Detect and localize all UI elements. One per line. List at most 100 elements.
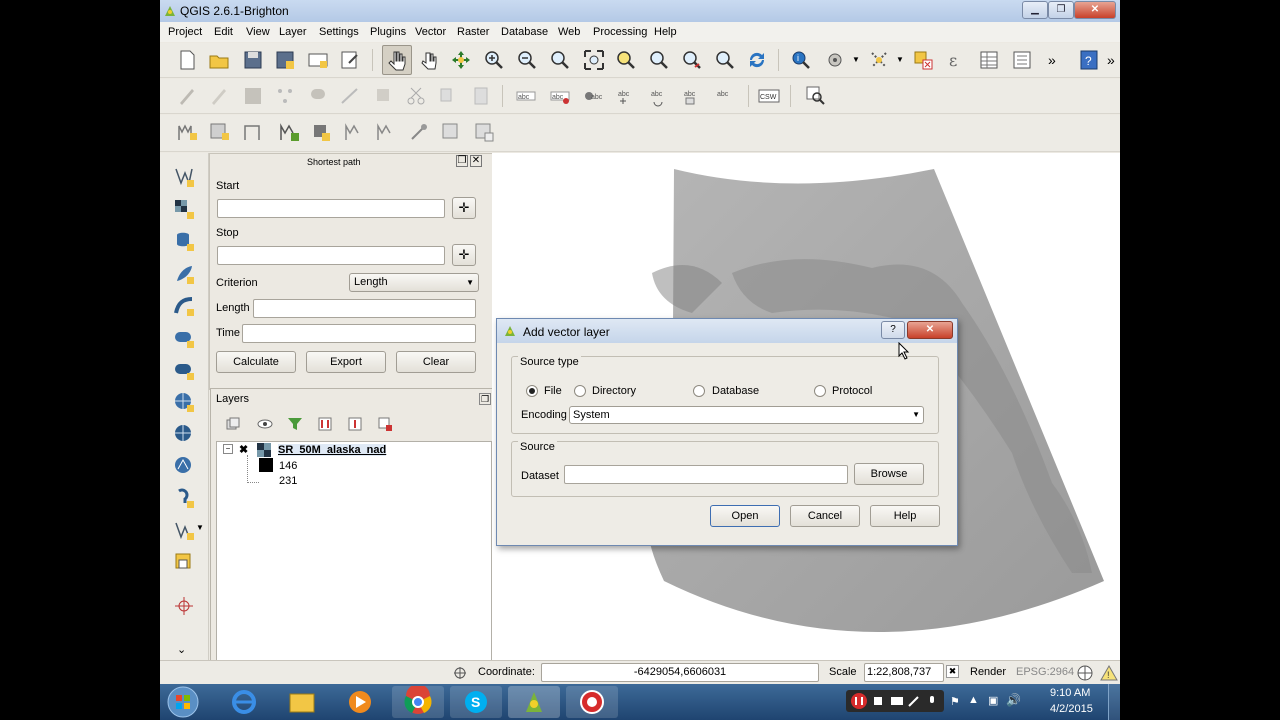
time-field[interactable] (242, 324, 476, 343)
new-print-composer-icon[interactable] (307, 49, 329, 71)
log-messages-icon[interactable]: ! (1100, 664, 1118, 682)
export-button[interactable]: Export (306, 351, 386, 373)
statistical-summary-icon[interactable] (1011, 49, 1033, 71)
pan-map-icon[interactable] (418, 49, 440, 71)
show-desktop-button[interactable] (1108, 684, 1120, 720)
start-field[interactable] (217, 199, 445, 218)
chrome-taskbar-icon[interactable] (392, 684, 444, 718)
recorder-taskbar-icon[interactable] (566, 686, 618, 718)
dialog-close-button[interactable]: ✕ (907, 321, 953, 339)
cut-features-icon[interactable] (405, 85, 427, 107)
coordinate-toggle-icon[interactable] (453, 666, 467, 680)
add-mssql-icon[interactable] (173, 295, 195, 317)
render-checkbox[interactable]: ✖ (946, 665, 959, 678)
pin-labels-icon[interactable]: abc (549, 85, 571, 107)
refresh-icon[interactable] (746, 49, 768, 71)
toolbar-overflow-icon[interactable]: » (1048, 52, 1056, 68)
add-db2-icon[interactable] (173, 359, 195, 381)
manage-visibility-icon[interactable] (257, 416, 275, 432)
radio-file[interactable] (526, 385, 538, 397)
stop-pick-button[interactable]: ✛ (452, 244, 476, 266)
mic-icon[interactable] (926, 695, 938, 707)
skype-taskbar-icon[interactable]: S (450, 686, 502, 718)
explorer-taskbar-icon[interactable] (276, 686, 328, 718)
add-postgis-layer-icon[interactable] (242, 121, 264, 143)
add-wms-layer-icon[interactable] (375, 121, 397, 143)
menu-database[interactable]: Database (501, 26, 548, 38)
calculate-button[interactable]: Calculate (216, 351, 296, 373)
csw-icon[interactable]: CSW (758, 85, 780, 107)
whats-this-help-icon[interactable]: ? (1078, 49, 1100, 71)
radio-protocol-label[interactable]: Protocol (832, 385, 872, 397)
gps-tool-icon[interactable] (173, 595, 195, 617)
network-tray-icon[interactable]: ▣ (988, 694, 998, 707)
label-properties-icon[interactable]: abc (714, 85, 736, 107)
attribute-table-icon[interactable] (978, 49, 1000, 71)
open-button[interactable]: Open (710, 505, 780, 527)
add-raster-layer-icon[interactable] (208, 121, 230, 143)
identify-features-icon[interactable]: i (790, 49, 812, 71)
add-spatialite-icon[interactable] (173, 263, 195, 285)
save-as-icon[interactable] (274, 49, 296, 71)
node-tool-icon[interactable] (339, 85, 361, 107)
pen-icon[interactable] (908, 695, 920, 707)
radio-directory[interactable] (574, 385, 586, 397)
add-delimited-text-icon[interactable] (173, 166, 195, 188)
add-oracle-icon[interactable] (173, 327, 195, 349)
new-layer-dropdown-icon[interactable]: ▼ (196, 523, 204, 532)
pause-recording-icon[interactable] (850, 692, 868, 710)
zoom-native-icon[interactable] (549, 49, 571, 71)
start-pick-button[interactable]: ✛ (452, 197, 476, 219)
show-hidden-icons[interactable]: ▲ (968, 694, 979, 706)
close-window-button[interactable]: ✕ (1074, 1, 1116, 19)
volume-tray-icon[interactable]: 🔊 (1006, 693, 1021, 707)
add-wcs-icon[interactable] (173, 423, 195, 445)
save-edits-icon[interactable] (242, 85, 264, 107)
actions-icon[interactable] (824, 49, 846, 71)
menu-web[interactable]: Web (558, 26, 580, 38)
left-toolbar-overflow-icon[interactable]: ⌄ (177, 643, 186, 656)
expand-all-icon[interactable] (317, 416, 333, 432)
stop-field[interactable] (217, 246, 445, 265)
open-project-icon[interactable] (208, 49, 230, 71)
current-edits-icon[interactable] (176, 85, 198, 107)
metasearch-icon[interactable] (805, 85, 827, 107)
float-panel-icon[interactable]: ❐ (456, 155, 468, 167)
add-mssql-layer-icon[interactable] (310, 121, 332, 143)
move-label-icon[interactable]: abc (615, 85, 637, 107)
actions-dropdown-icon[interactable]: ▼ (852, 55, 860, 64)
toggle-editing-icon[interactable] (208, 85, 230, 107)
paste-features-icon[interactable] (470, 85, 492, 107)
zoom-to-selection-icon[interactable] (615, 49, 637, 71)
select-features-icon[interactable] (868, 49, 890, 71)
add-wms-icon[interactable] (173, 391, 195, 413)
delete-selected-icon[interactable] (373, 85, 395, 107)
add-postgis-icon[interactable] (173, 230, 195, 252)
browse-button[interactable]: Browse (854, 463, 924, 485)
menu-raster[interactable]: Raster (457, 26, 489, 38)
scale-field[interactable]: 1:22,808,737 (864, 663, 944, 682)
encoding-select[interactable]: System ▼ (569, 406, 924, 424)
new-shapefile-icon[interactable] (473, 121, 495, 143)
menu-project[interactable]: Project (168, 26, 202, 38)
media-player-taskbar-icon[interactable] (334, 686, 386, 718)
new-vector-layer-icon[interactable] (173, 519, 195, 541)
coordinate-field[interactable]: -6429054,6606031 (541, 663, 819, 682)
menu-vector[interactable]: Vector (415, 26, 446, 38)
radio-file-label[interactable]: File (544, 385, 562, 397)
internet-explorer-taskbar-icon[interactable] (218, 686, 270, 718)
add-wcs-layer-icon[interactable] (408, 121, 430, 143)
length-field[interactable] (253, 299, 476, 318)
zoom-next-icon[interactable] (714, 49, 736, 71)
add-spatialite-layer-icon[interactable] (278, 121, 300, 143)
add-vector-layer-icon[interactable] (176, 121, 198, 143)
crs-status-icon[interactable] (1076, 664, 1094, 682)
show-hide-labels-icon[interactable]: abc (582, 85, 604, 107)
add-feature-icon[interactable] (274, 85, 296, 107)
menu-help[interactable]: Help (654, 26, 677, 38)
maximize-button[interactable]: ❐ (1048, 1, 1074, 19)
new-project-icon[interactable] (176, 49, 198, 71)
add-virtual-layer-icon[interactable] (173, 487, 195, 509)
composer-manager-icon[interactable] (339, 49, 361, 71)
save-project-icon[interactable] (242, 49, 264, 71)
